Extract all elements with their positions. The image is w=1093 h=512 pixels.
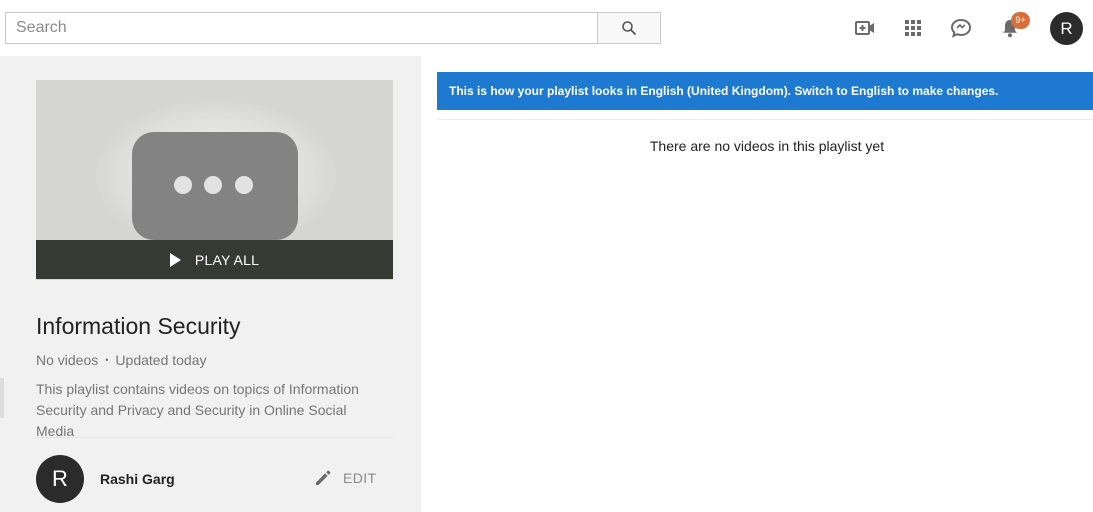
search-input[interactable] (5, 12, 597, 44)
search-button[interactable] (597, 12, 661, 44)
messages-icon[interactable] (949, 16, 973, 40)
video-count: No videos (36, 352, 99, 368)
owner-name-link[interactable]: Rashi Garg (100, 471, 175, 487)
pencil-icon (316, 470, 331, 485)
owner-avatar[interactable]: R (36, 455, 84, 503)
placeholder-dot (235, 176, 253, 194)
apps-grid-icon[interactable] (901, 16, 925, 40)
placeholder-dot (174, 176, 192, 194)
search-bar (5, 12, 661, 44)
stats-separator: • (105, 355, 109, 365)
banner-text: This is how your playlist looks in Engli… (449, 84, 999, 98)
playlist-thumbnail[interactable]: PLAY ALL (36, 80, 393, 280)
updated-date: Updated today (115, 352, 207, 368)
edit-label: EDIT (343, 470, 377, 486)
play-icon (169, 252, 181, 267)
playlist-stats: No videos • Updated today (36, 352, 207, 368)
sidebar-edge-handle (0, 378, 4, 418)
search-icon (622, 21, 636, 35)
playlist-title: Information Security (36, 313, 241, 339)
edit-playlist-button[interactable]: EDIT (313, 468, 377, 488)
content-divider (437, 119, 1093, 120)
play-all-label: PLAY ALL (194, 251, 260, 268)
language-notice-banner: This is how your playlist looks in Engli… (437, 72, 1093, 110)
placeholder-dot (204, 176, 222, 194)
playlist-description: This playlist contains videos on topics … (36, 381, 359, 439)
play-all-button[interactable]: PLAY ALL (36, 240, 393, 279)
empty-playlist-message: There are no videos in this playlist yet (649, 138, 885, 154)
notification-badge: 9+ (1011, 12, 1030, 29)
upload-video-icon[interactable] (853, 16, 877, 40)
account-avatar[interactable]: R (1050, 12, 1083, 45)
top-header: 9+ R (0, 0, 1093, 56)
sidebar-divider (36, 437, 393, 438)
